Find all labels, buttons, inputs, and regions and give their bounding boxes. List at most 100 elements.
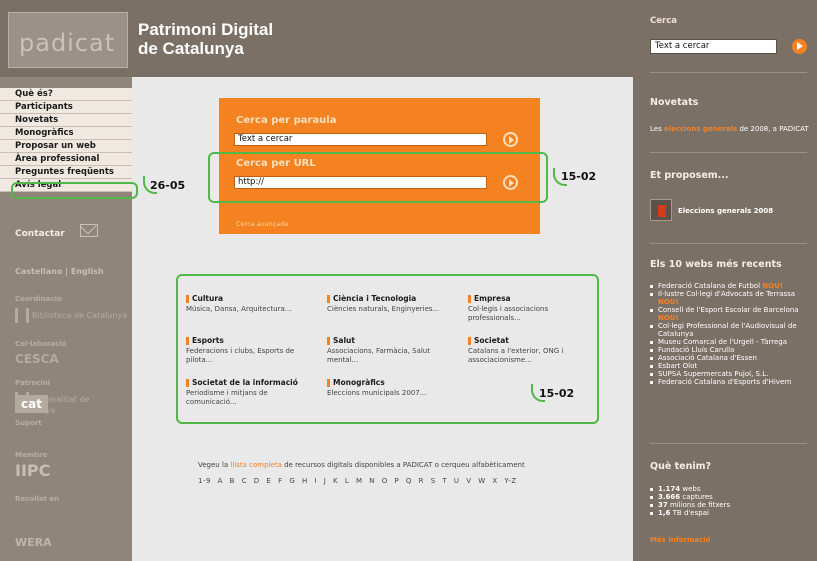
recent-webs-heading: Els 10 webs més recents bbox=[650, 259, 782, 270]
novetats-text: Les eleccions generals de 2008, a PADICA… bbox=[650, 125, 810, 133]
iipc-logo[interactable]: IIPC bbox=[15, 461, 50, 480]
coordination-label: Coordinació bbox=[15, 295, 62, 303]
proposal-thumbnail[interactable] bbox=[650, 199, 672, 221]
nav-item-proposar[interactable]: Proposar un web bbox=[0, 140, 132, 153]
quick-search-label: Cerca bbox=[650, 16, 677, 26]
stat-item: 1,6 TB d'espai bbox=[650, 509, 730, 517]
stat-label: webs bbox=[682, 485, 701, 493]
recent-web-name[interactable]: Federació Catalana de Futbol bbox=[658, 282, 760, 290]
mail-icon[interactable] bbox=[80, 224, 98, 237]
full-list-link[interactable]: llista completa bbox=[230, 461, 281, 469]
more-info-link[interactable]: Més informació bbox=[650, 536, 710, 544]
nav-item-participants[interactable]: Participants bbox=[0, 101, 132, 114]
word-search-title: Cerca per paraula bbox=[236, 115, 337, 126]
quick-search-go-icon[interactable] bbox=[792, 39, 807, 54]
recent-web-name[interactable]: Consell de l'Esport Escolar de Barcelona bbox=[658, 306, 799, 314]
biblioteca-logo-text: Biblioteca de Catalunya bbox=[32, 311, 128, 320]
main-nav: Què és? Participants Novetats Monogràfic… bbox=[0, 88, 132, 192]
contact-link[interactable]: Contactar bbox=[15, 229, 65, 239]
list-item[interactable]: Federació Catalana de Futbol NOU! bbox=[650, 282, 810, 290]
word-search-go-icon[interactable] bbox=[503, 132, 518, 147]
alphabet-index[interactable]: 1-9 A B C D E F G H I J K L M N O P Q R … bbox=[198, 477, 517, 485]
list-item[interactable]: Associació Catalana d'Essen bbox=[650, 354, 810, 362]
novetats-link[interactable]: eleccions generals bbox=[664, 125, 737, 133]
cesca-logo[interactable]: CESCA bbox=[15, 353, 59, 365]
list-item[interactable]: SUPSA Supermercats Pujol, S.L. bbox=[650, 370, 810, 378]
nav-item-que-es[interactable]: Què és? bbox=[0, 88, 132, 101]
browse-after: de recursos digitals disponibles a PADIC… bbox=[284, 461, 525, 469]
novetats-heading: Novetats bbox=[650, 97, 699, 108]
site-header: padicat Patrimoni Digital de Catalunya bbox=[0, 0, 633, 77]
divider bbox=[650, 72, 807, 73]
new-badge: NOU! bbox=[762, 282, 783, 290]
right-sidebar: Cerca Text a cercar Novetats Les eleccio… bbox=[633, 0, 817, 561]
recent-web-name[interactable]: Fundació Lluís Carulla bbox=[658, 346, 734, 354]
annotation-box-url-search bbox=[208, 152, 548, 203]
biblioteca-logo[interactable]: Biblioteca de Catalunya bbox=[15, 308, 127, 323]
new-badge: NOU! bbox=[658, 298, 679, 306]
annotation-tag-url: 15-02 bbox=[561, 170, 597, 183]
stat-value: 1.174 bbox=[658, 485, 681, 493]
site-title: Patrimoni Digital de Catalunya bbox=[138, 20, 273, 58]
divider bbox=[650, 152, 807, 153]
stat-value: 3.666 bbox=[658, 493, 681, 501]
list-item[interactable]: Federació Catalana d'Esports d'Hivern bbox=[650, 378, 810, 386]
recent-web-name[interactable]: SUPSA Supermercats Pujol, S.L. bbox=[658, 370, 768, 378]
cat-logo[interactable]: cat bbox=[15, 395, 48, 413]
list-item[interactable]: Fundació Lluís Carulla bbox=[650, 346, 810, 354]
patron-label: Patrocini bbox=[15, 379, 51, 387]
site-title-line2: de Catalunya bbox=[138, 39, 244, 58]
divider bbox=[650, 243, 807, 244]
stats-list: 1.174 webs 3.666 captures 37 milions de … bbox=[650, 485, 730, 517]
advanced-search-link[interactable]: Cerca avançada bbox=[236, 220, 288, 228]
recent-web-name[interactable]: Federació Catalana d'Esports d'Hivern bbox=[658, 378, 791, 386]
proposal-link[interactable]: Eleccions generals 2008 bbox=[678, 207, 773, 215]
nav-item-area-professional[interactable]: Àrea professional bbox=[0, 153, 132, 166]
list-item[interactable]: Consell de l'Esport Escolar de Barcelona… bbox=[650, 306, 810, 322]
nav-item-novetats[interactable]: Novetats bbox=[0, 114, 132, 127]
stat-item: 37 milions de fitxers bbox=[650, 501, 730, 509]
novetats-pre: Les bbox=[650, 125, 662, 133]
recent-web-name[interactable]: Il·lustre Col·legi d'Advocats de Terrass… bbox=[658, 290, 795, 298]
list-item[interactable]: Museu Comarcal de l'Urgell - Tàrrega bbox=[650, 338, 810, 346]
support-label: Suport bbox=[15, 419, 42, 427]
proposem-heading: Et proposem... bbox=[650, 170, 729, 181]
novetats-post: de 2008, a PADICAT bbox=[739, 125, 809, 133]
stat-label: milions de fitxers bbox=[669, 501, 731, 509]
divider bbox=[650, 443, 807, 444]
stat-label: TB d'espai bbox=[672, 509, 709, 517]
collab-label: Col·laboració bbox=[15, 340, 67, 348]
word-search-input[interactable]: Text a cercar bbox=[234, 133, 487, 146]
browse-before: Vegeu la bbox=[198, 461, 229, 469]
browse-text: Vegeu la llista completa de recursos dig… bbox=[198, 461, 525, 469]
stat-item: 1.174 webs bbox=[650, 485, 730, 493]
left-sidebar: Què és? Participants Novetats Monogràfic… bbox=[0, 77, 132, 561]
member-label: Membre bbox=[15, 451, 48, 459]
tenim-heading: Què tenim? bbox=[650, 461, 712, 472]
list-item[interactable]: Esbart Olot bbox=[650, 362, 810, 370]
recent-web-name[interactable]: Associació Catalana d'Essen bbox=[658, 354, 757, 362]
nav-item-preguntes[interactable]: Preguntes freqüents bbox=[0, 166, 132, 179]
nav-item-monografics[interactable]: Monogràfics bbox=[0, 127, 132, 140]
site-title-line1: Patrimoni Digital bbox=[138, 20, 274, 39]
language-switch[interactable]: Castellano | English bbox=[15, 267, 104, 276]
padicat-logo[interactable]: padicat bbox=[8, 12, 128, 68]
logo-text: padicat bbox=[19, 29, 116, 57]
biblioteca-mark-icon bbox=[15, 308, 29, 323]
annotation-tag-categories: 15-02 bbox=[539, 387, 575, 400]
recent-web-name[interactable]: Museu Comarcal de l'Urgell - Tàrrega bbox=[658, 338, 787, 346]
stat-item: 3.666 captures bbox=[650, 493, 730, 501]
list-item[interactable]: Col·legi Professional de l'Audiovisual d… bbox=[650, 322, 810, 338]
stat-value: 37 bbox=[658, 501, 668, 509]
wera-logo[interactable]: WERA bbox=[15, 537, 52, 548]
list-item[interactable]: Il·lustre Col·legi d'Advocats de Terrass… bbox=[650, 290, 810, 306]
new-badge: NOU! bbox=[658, 314, 679, 322]
annotation-box-faq bbox=[11, 182, 138, 199]
annotation-tag-faq: 26-05 bbox=[150, 179, 186, 192]
stat-value: 1,6 bbox=[658, 509, 671, 517]
stat-label: captures bbox=[682, 493, 713, 501]
recent-web-name[interactable]: Col·legi Professional de l'Audiovisual d… bbox=[658, 322, 797, 338]
recent-web-name[interactable]: Esbart Olot bbox=[658, 362, 697, 370]
harvest-label: Recollat en bbox=[15, 495, 60, 503]
quick-search-input[interactable]: Text a cercar bbox=[650, 39, 777, 54]
